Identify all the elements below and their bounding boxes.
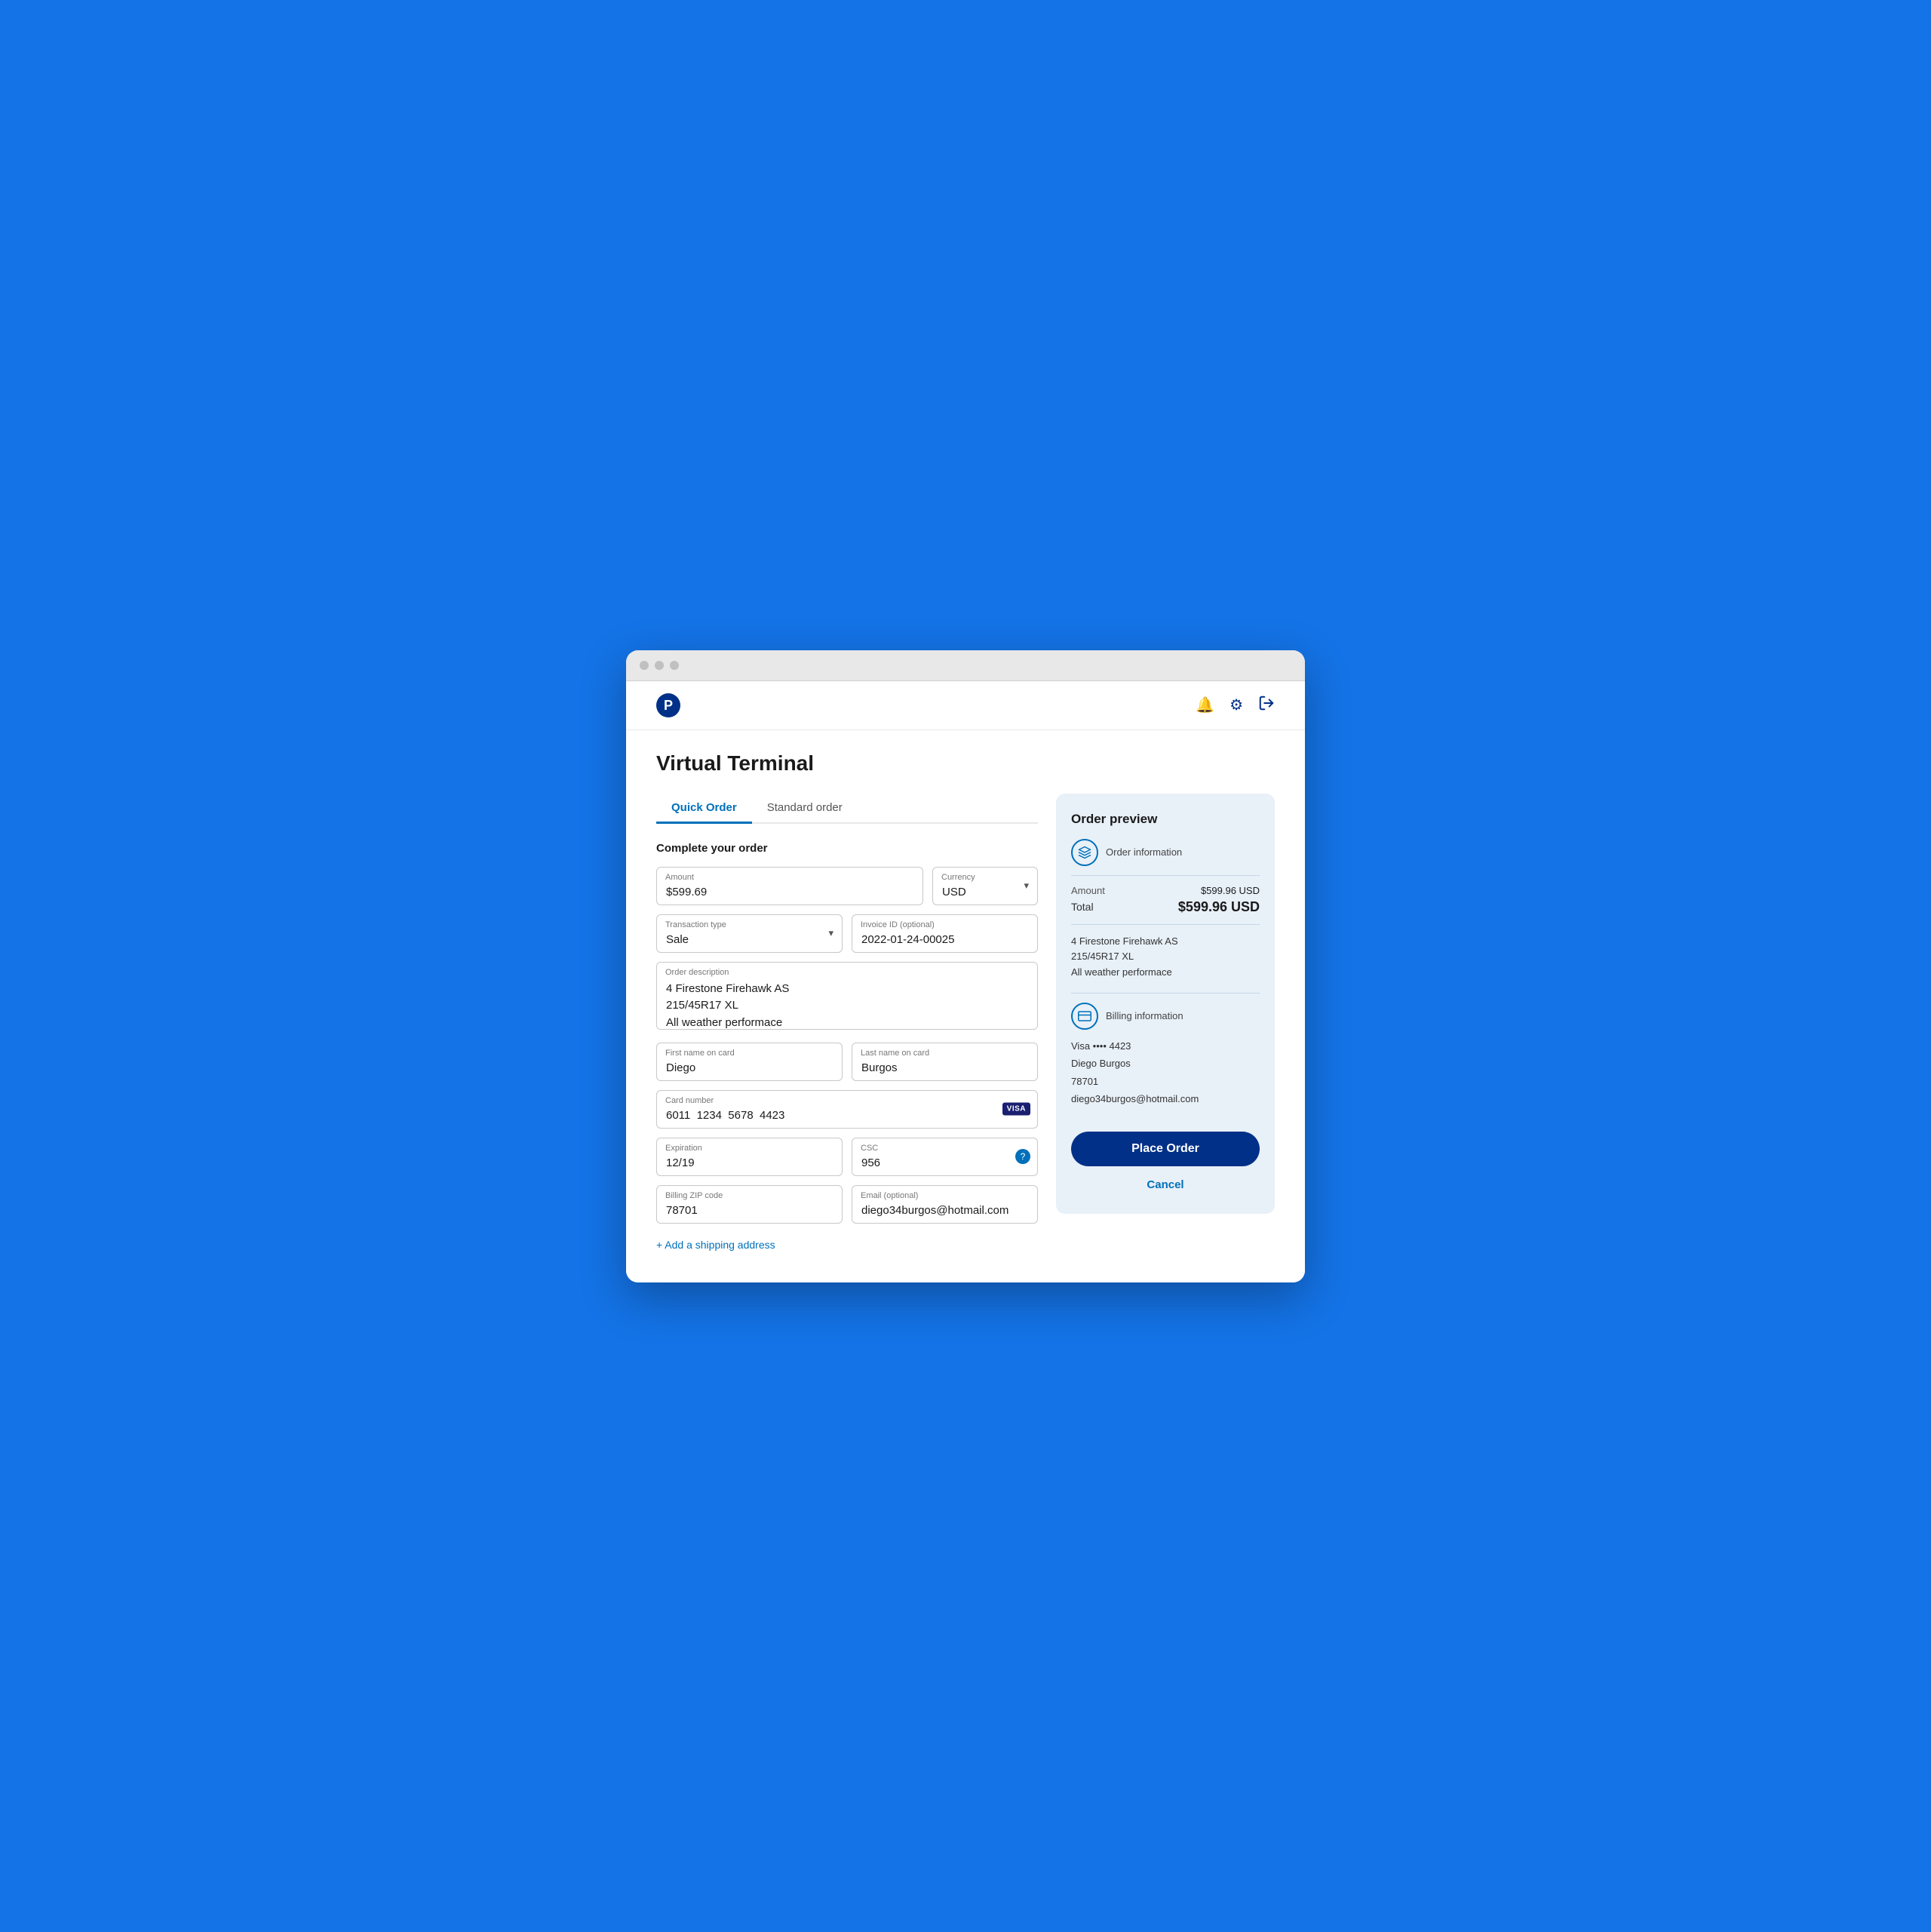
preview-description: 4 Firestone Firehawk AS 215/45R17 XL All…: [1071, 934, 1260, 981]
currency-select[interactable]: USD EUR GBP: [932, 867, 1038, 905]
billing-zip-group: Billing ZIP code: [656, 1185, 843, 1224]
billing-zip-wrapper: Billing ZIP code: [656, 1185, 843, 1224]
browser-dot-2: [655, 661, 664, 670]
email-input[interactable]: [852, 1185, 1038, 1224]
email-group: Email (optional): [852, 1185, 1038, 1224]
add-shipping-link[interactable]: + Add a shipping address: [656, 1239, 775, 1251]
transaction-wrapper: Transaction type Sale Authorization ▾: [656, 914, 843, 953]
last-name-group: Last name on card: [852, 1043, 1038, 1081]
order-info-icon: [1071, 839, 1098, 866]
gear-icon[interactable]: ⚙: [1230, 696, 1243, 714]
expiry-csc-row: Expiration CSC ?: [656, 1138, 1038, 1176]
billing-zip-input[interactable]: [656, 1185, 843, 1224]
nav-icons: 🔔 ⚙: [1196, 695, 1275, 716]
transaction-type-group: Transaction type Sale Authorization ▾: [656, 914, 843, 953]
billing-info-header: Billing information: [1071, 1003, 1260, 1030]
amount-input[interactable]: [656, 867, 923, 905]
csc-input[interactable]: [852, 1138, 1038, 1176]
currency-wrapper: Currency USD EUR GBP ▾: [932, 867, 1038, 905]
last-name-input[interactable]: [852, 1043, 1038, 1081]
form-section: Quick Order Standard order Complete your…: [656, 794, 1038, 1252]
form-section-title: Complete your order: [656, 842, 1038, 855]
order-description-group: Order description 4 Firestone Firehawk A…: [656, 962, 1038, 1034]
first-name-input[interactable]: [656, 1043, 843, 1081]
csc-group: CSC ?: [852, 1138, 1038, 1176]
visa-badge: VISA: [1002, 1103, 1030, 1116]
logout-icon[interactable]: [1258, 695, 1275, 716]
csc-help-icon[interactable]: ?: [1015, 1149, 1030, 1164]
amount-group: Amount: [656, 867, 923, 905]
billing-info-section: Billing information Visa •••• 4423 Diego…: [1071, 1003, 1260, 1108]
preview-total-row: Total $599.96 USD: [1071, 899, 1260, 915]
card-info: Visa •••• 4423: [1071, 1037, 1260, 1055]
billing-name: Diego Burgos: [1071, 1055, 1260, 1072]
order-description-wrapper: Order description 4 Firestone Firehawk A…: [656, 962, 1038, 1034]
order-info-section: Order information Amount $599.96 USD Tot…: [1071, 839, 1260, 981]
order-info-header: Order information: [1071, 839, 1260, 866]
expiration-group: Expiration: [656, 1138, 843, 1176]
card-number-label: Card number: [665, 1096, 714, 1105]
tabs: Quick Order Standard order: [656, 794, 1038, 824]
email-wrapper: Email (optional): [852, 1185, 1038, 1224]
browser-bar: [626, 650, 1305, 681]
order-info-divider: [1071, 875, 1260, 876]
browser-window: P 🔔 ⚙ Virtual Terminal: [626, 650, 1305, 1282]
invoice-id-input[interactable]: [852, 914, 1038, 953]
top-nav: P 🔔 ⚙: [626, 681, 1305, 730]
preview-amount-row: Amount $599.96 USD: [1071, 885, 1260, 896]
tab-standard-order[interactable]: Standard order: [752, 794, 858, 824]
billing-email: diego34burgos@hotmail.com: [1071, 1090, 1260, 1107]
desc-line3: All weather performace: [1071, 966, 1172, 978]
name-row: First name on card Last name on card: [656, 1043, 1038, 1081]
transaction-invoice-row: Transaction type Sale Authorization ▾ In…: [656, 914, 1038, 953]
place-order-button[interactable]: Place Order: [1071, 1132, 1260, 1166]
amount-wrapper: Amount: [656, 867, 923, 905]
preview-amount-value: $599.96 USD: [1201, 885, 1260, 896]
currency-group: Currency USD EUR GBP ▾: [932, 867, 1038, 905]
last-name-wrapper: Last name on card: [852, 1043, 1038, 1081]
desc-line2: 215/45R17 XL: [1071, 951, 1134, 962]
desc-line1: 4 Firestone Firehawk AS: [1071, 935, 1178, 947]
page-title: Virtual Terminal: [656, 751, 1275, 776]
order-total-divider: [1071, 924, 1260, 925]
tab-quick-order[interactable]: Quick Order: [656, 794, 752, 824]
preview-amount-label: Amount: [1071, 885, 1105, 896]
bell-icon[interactable]: 🔔: [1196, 696, 1214, 714]
expiration-wrapper: Expiration: [656, 1138, 843, 1176]
card-number-group: Card number VISA: [656, 1090, 1038, 1129]
preview-total-value: $599.96 USD: [1178, 899, 1260, 915]
browser-dot-3: [670, 661, 679, 670]
order-preview-panel: Order preview Order informati: [1056, 794, 1275, 1215]
order-description-row: Order description 4 Firestone Firehawk A…: [656, 962, 1038, 1034]
invoice-wrapper: Invoice ID (optional): [852, 914, 1038, 953]
preview-total-label: Total: [1071, 901, 1094, 913]
section-divider: [1071, 993, 1260, 994]
billing-details: Visa •••• 4423 Diego Burgos 78701 diego3…: [1071, 1037, 1260, 1108]
first-name-group: First name on card: [656, 1043, 843, 1081]
order-info-label: Order information: [1106, 846, 1182, 858]
zip-email-row: Billing ZIP code Email (optional): [656, 1185, 1038, 1224]
csc-wrapper: CSC ?: [852, 1138, 1038, 1176]
browser-dot-1: [640, 661, 649, 670]
expiration-input[interactable]: [656, 1138, 843, 1176]
main-layout: Quick Order Standard order Complete your…: [656, 794, 1275, 1252]
amount-currency-row: Amount Currency USD EUR GBP: [656, 867, 1038, 905]
cancel-button[interactable]: Cancel: [1071, 1174, 1260, 1196]
transaction-type-select[interactable]: Sale Authorization: [656, 914, 843, 953]
invoice-id-group: Invoice ID (optional): [852, 914, 1038, 953]
app-container: P 🔔 ⚙ Virtual Terminal: [626, 681, 1305, 1282]
first-name-wrapper: First name on card: [656, 1043, 843, 1081]
order-description-input[interactable]: 4 Firestone Firehawk AS 215/45R17 XL All…: [656, 962, 1038, 1030]
billing-info-icon: [1071, 1003, 1098, 1030]
billing-zip: 78701: [1071, 1073, 1260, 1090]
billing-info-label: Billing information: [1106, 1010, 1183, 1021]
paypal-logo: P: [656, 693, 680, 717]
page-content: Virtual Terminal Quick Order Standard or…: [626, 730, 1305, 1282]
order-preview-title: Order preview: [1071, 812, 1260, 827]
